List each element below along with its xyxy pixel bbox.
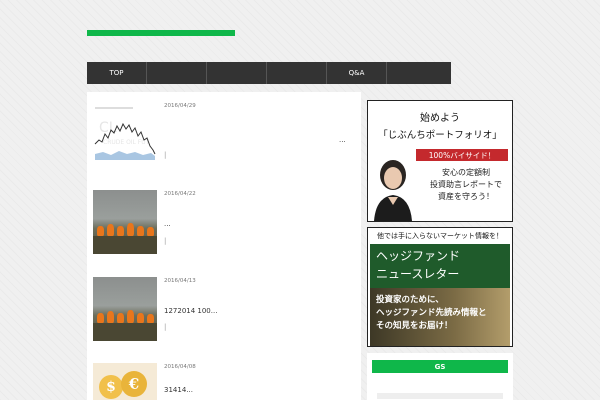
post-list: CL CRUDE OIL FUT 2016/04/29 ... | 2016/0… [87, 92, 361, 400]
hedge-fund-newsletter-ad[interactable]: 他では手に入らないマーケット情報を！ ヘッジファンド ニュースレター 投資家のた… [367, 227, 513, 347]
ad-green-band: ヘッジファンド ニュースレター [370, 244, 510, 288]
ad-lower-line: 投資家のために、 [376, 295, 444, 305]
widget-content-placeholder [377, 393, 503, 399]
ad-badge: 100%バイサイド！ [416, 149, 508, 161]
post-title[interactable]: 1272014 100... [164, 307, 217, 315]
ad-subtitle: 「じぶんちポートフォリオ」 [378, 130, 502, 141]
site-logo-bar[interactable] [87, 30, 235, 36]
list-item[interactable]: $ € 2016/04/08 31414... [93, 353, 355, 400]
post-thumbnail-currency-coins[interactable]: $ € [93, 363, 157, 400]
post-date: 2016/04/29 [164, 103, 196, 109]
ad-band-line: ニュースレター [376, 267, 460, 281]
dollar-coin-icon: $ [99, 375, 123, 399]
post-date: 2016/04/08 [164, 364, 196, 370]
chart-caption: CRUDE OIL FUT [103, 139, 150, 146]
portfolio-banner-ad[interactable]: 始めよう 「じぶんちポートフォリオ」 100%バイサイド！ 安心の定額制 投資助… [367, 100, 513, 222]
ad-lower-line: その知見をお届け！ [376, 321, 453, 331]
nav-item-2[interactable] [147, 62, 207, 84]
ad-copy-line: 資産を守ろう！ [438, 192, 494, 201]
crude-oil-chart-icon: CL CRUDE OIL FUT [93, 102, 157, 166]
nav-item-top[interactable]: TOP [87, 62, 147, 84]
read-more-link[interactable]: | [164, 151, 166, 159]
list-item[interactable]: 2016/04/22 ... | [93, 180, 355, 266]
list-item[interactable]: CL CRUDE OIL FUT 2016/04/29 ... | [93, 92, 355, 178]
global-nav: TOP Q&A [87, 62, 451, 84]
ad-title: 始めよう [420, 113, 460, 124]
advisor-portrait-icon [370, 151, 416, 221]
ad-band-line: ヘッジファンド [376, 249, 461, 263]
post-date: 2016/04/22 [164, 191, 196, 197]
list-item[interactable]: 2016/04/13 1272014 100... | [93, 267, 355, 353]
post-date: 2016/04/13 [164, 278, 196, 284]
ad-tagline: 他では手に入らないマーケット情報を！ [377, 232, 503, 240]
sidebar-widget: GS [367, 353, 513, 400]
nav-item-6[interactable] [387, 62, 451, 84]
read-more-link[interactable]: | [164, 323, 166, 331]
post-title[interactable]: ... [339, 136, 346, 144]
post-title[interactable]: 31414... [164, 386, 193, 394]
post-thumbnail-oil-fire[interactable] [93, 277, 157, 341]
ad-copy: 安心の定額制 投資助言レポートで 資産を守ろう！ [420, 167, 512, 203]
ad-photo-panel: 投資家のために、 ヘッジファンド先読み情報と その知見をお届け！ [370, 288, 510, 346]
post-title[interactable]: ... [164, 220, 171, 228]
post-thumbnail-crude-oil-chart[interactable]: CL CRUDE OIL FUT [93, 102, 157, 166]
ad-copy-line: 投資助言レポートで [430, 180, 502, 189]
nav-item-qa[interactable]: Q&A [327, 62, 387, 84]
nav-item-4[interactable] [267, 62, 327, 84]
euro-coin-icon: € [121, 371, 147, 397]
ad-lower-line: ヘッジファンド先読み情報と [376, 308, 487, 318]
widget-title: GS [372, 360, 508, 373]
nav-item-3[interactable] [207, 62, 267, 84]
post-thumbnail-oil-fire[interactable] [93, 190, 157, 254]
ad-copy-line: 安心の定額制 [442, 168, 490, 177]
read-more-link[interactable]: | [164, 237, 166, 245]
